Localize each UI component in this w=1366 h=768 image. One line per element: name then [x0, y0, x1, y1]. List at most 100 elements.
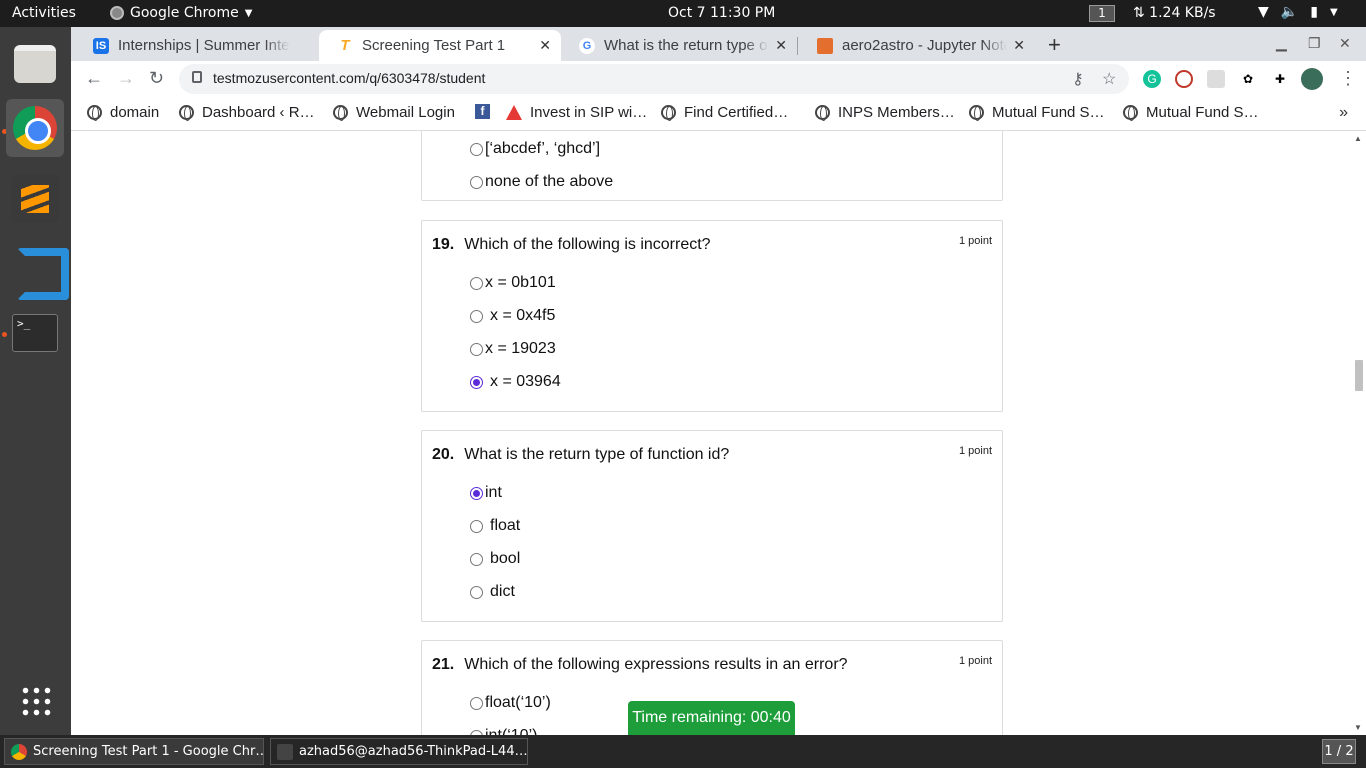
dock: >_: [0, 27, 71, 735]
bookmark-mutual-fund-2[interactable]: Mutual Fund S…: [1123, 104, 1259, 121]
radio-button[interactable]: [470, 696, 483, 710]
option-label: int: [485, 484, 502, 501]
scrollbar-thumb[interactable]: [1355, 360, 1363, 391]
tab-internships[interactable]: IS Internships | Summer Internships: [75, 30, 319, 61]
tab-title: aero2astro - Jupyter Notebook: [842, 37, 1007, 54]
option-label: int(‘10’): [485, 727, 537, 735]
profile-avatar[interactable]: [1301, 68, 1323, 90]
dock-vscode[interactable]: [6, 237, 64, 295]
back-icon[interactable]: ←: [85, 68, 103, 89]
radio-button[interactable]: [470, 309, 483, 323]
bookmark-label: INPS Members…: [838, 104, 955, 121]
scroll-down-arrow-icon[interactable]: ▼: [1354, 723, 1362, 732]
answer-option-selected[interactable]: int: [470, 484, 502, 502]
bookmarks-overflow-icon[interactable]: »: [1339, 104, 1348, 122]
answer-option[interactable]: [‘abcdef’, ‘ghcd’]: [470, 140, 600, 158]
bookmark-webmail[interactable]: Webmail Login: [333, 104, 455, 121]
workspace-indicator[interactable]: 1: [1089, 5, 1115, 22]
radio-button[interactable]: [470, 342, 483, 356]
radio-button[interactable]: [470, 585, 483, 599]
taskbar-item-terminal[interactable]: azhad56@azhad56-ThinkPad-L44…: [270, 738, 528, 765]
tab-title: Internships | Summer Internships: [118, 37, 290, 54]
answer-option[interactable]: bool: [470, 550, 520, 568]
workspace-pager[interactable]: 1 / 2: [1322, 739, 1356, 764]
bookmark-find-certified[interactable]: Find Certified…: [661, 104, 788, 121]
radio-button-selected[interactable]: [470, 486, 483, 500]
dock-sublime-text[interactable]: [6, 170, 64, 228]
facebook-icon: f: [475, 104, 490, 119]
dock-files[interactable]: [6, 35, 64, 93]
chrome-menu-icon[interactable]: ⋮: [1339, 68, 1357, 89]
tab-title: What is the return type of function: [604, 37, 769, 54]
close-tab-icon[interactable]: ✕: [775, 37, 787, 54]
answer-option[interactable]: dict: [470, 583, 515, 601]
system-tray[interactable]: ▼ 🔈 ▮ ▼: [1258, 4, 1338, 20]
question-text: Which of the following is incorrect?: [464, 236, 711, 253]
answer-option-selected[interactable]: x = 03964: [470, 373, 561, 391]
close-window-icon[interactable]: ✕: [1339, 35, 1351, 52]
internshala-favicon-icon: IS: [93, 37, 109, 54]
extensions-puzzle-icon[interactable]: ✚: [1271, 70, 1289, 88]
answer-option[interactable]: float: [470, 517, 520, 535]
question-heading: 21. Which of the following expressions re…: [432, 656, 848, 674]
tab-jupyter[interactable]: aero2astro - Jupyter Notebook ✕: [799, 30, 1035, 61]
dock-chrome[interactable]: [6, 99, 64, 157]
close-tab-icon[interactable]: ✕: [539, 37, 551, 54]
warning-icon: [506, 105, 522, 120]
address-bar[interactable]: testmozusercontent.com/q/6303478/student…: [179, 64, 1129, 94]
answer-option[interactable]: x = 19023: [470, 340, 556, 358]
radio-button[interactable]: [470, 142, 483, 156]
bookmark-facebook[interactable]: f: [475, 104, 490, 119]
extension-red-icon[interactable]: [1175, 70, 1193, 88]
bookmark-star-icon[interactable]: ☆: [1102, 69, 1116, 89]
reload-icon[interactable]: ↻: [149, 68, 164, 89]
bookmark-inps[interactable]: INPS Members…: [815, 104, 955, 121]
taskbar-item-label: Screening Test Part 1 - Google Chr…: [33, 744, 264, 759]
show-applications-icon[interactable]: [20, 685, 52, 717]
taskbar-item-chrome[interactable]: Screening Test Part 1 - Google Chr…: [4, 738, 264, 765]
wifi-icon: ▼: [1258, 4, 1269, 20]
extension-gray-icon[interactable]: [1207, 70, 1225, 88]
radio-button-selected[interactable]: [470, 375, 483, 389]
radio-button[interactable]: [470, 276, 483, 290]
jupyter-favicon-icon: [817, 37, 833, 54]
dock-terminal[interactable]: >_: [6, 304, 64, 362]
answer-option[interactable]: none of the above: [470, 173, 613, 191]
radio-button[interactable]: [470, 552, 483, 566]
option-label: x = 0x4f5: [490, 307, 556, 324]
grammarly-icon[interactable]: G: [1143, 70, 1161, 88]
bookmark-label: domain: [110, 104, 160, 121]
bookmark-dashboard[interactable]: Dashboard ‹ R…: [179, 104, 315, 121]
app-menu[interactable]: Google Chrome ▼: [110, 5, 252, 21]
key-icon[interactable]: ⚷: [1072, 69, 1084, 89]
clock[interactable]: Oct 7 11:30 PM: [668, 5, 775, 21]
bookmark-invest-sip[interactable]: Invest in SIP wi…: [506, 104, 647, 121]
google-favicon-icon: G: [579, 37, 595, 54]
app-menu-label: Google Chrome: [130, 5, 239, 21]
bookmark-domain[interactable]: domain: [87, 104, 159, 121]
answer-option[interactable]: x = 0x4f5: [470, 307, 555, 325]
forward-icon[interactable]: →: [117, 68, 135, 89]
activities-button[interactable]: Activities: [12, 5, 76, 21]
answer-option[interactable]: float(‘10’): [470, 694, 551, 712]
tab-screening-test[interactable]: T Screening Test Part 1 ✕: [319, 30, 561, 61]
new-tab-button[interactable]: +: [1048, 32, 1061, 58]
radio-button[interactable]: [470, 175, 483, 189]
question-text: Which of the following expressions resul…: [464, 656, 848, 673]
close-tab-icon[interactable]: ✕: [1013, 37, 1025, 54]
restore-icon[interactable]: ❐: [1308, 35, 1321, 52]
tab-google-search[interactable]: G What is the return type of function ✕: [561, 30, 797, 61]
option-label: float(‘10’): [485, 694, 551, 711]
radio-button[interactable]: [470, 519, 483, 533]
answer-option[interactable]: x = 0b101: [470, 274, 556, 292]
extension-paw-icon[interactable]: ✿: [1239, 70, 1257, 88]
answer-option[interactable]: int(‘10’): [470, 727, 537, 735]
page-scrollbar[interactable]: ▲ ▼: [1351, 131, 1366, 735]
globe-icon: [1123, 105, 1138, 121]
testmoz-favicon-icon: T: [340, 36, 350, 54]
lock-icon: [192, 71, 202, 83]
bookmark-label: Mutual Fund S…: [1146, 104, 1259, 121]
minimize-icon[interactable]: ▁: [1276, 35, 1287, 52]
scroll-up-arrow-icon[interactable]: ▲: [1354, 134, 1362, 143]
bookmark-mutual-fund-1[interactable]: Mutual Fund S…: [969, 104, 1105, 121]
